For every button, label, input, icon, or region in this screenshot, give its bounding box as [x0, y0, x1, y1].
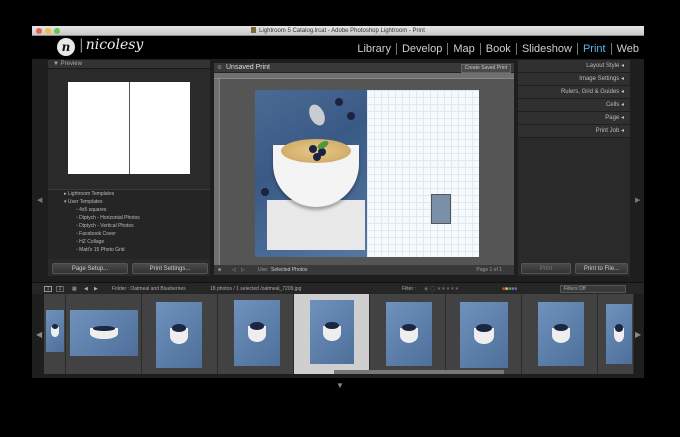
ruler-left: [214, 79, 220, 265]
left-panel-toggle-icon[interactable]: ◀: [37, 196, 42, 204]
filmstrip-thumbnail[interactable]: [522, 294, 598, 374]
bowl: [273, 139, 359, 207]
filter-preset-dropdown[interactable]: Filters Off: [560, 285, 626, 293]
create-saved-print-button[interactable]: Create Saved Print: [460, 64, 511, 73]
preview-split-line: [129, 82, 130, 174]
template-item[interactable]: ▫ Diptych - Horizontal Photos: [48, 214, 210, 222]
module-library[interactable]: Library: [352, 43, 396, 55]
template-folder-lightroom[interactable]: ▸ Lightroom Templates: [48, 190, 210, 198]
secondary-window-button[interactable]: 2: [56, 286, 64, 292]
template-item[interactable]: ▫ HZ Collage: [48, 238, 210, 246]
cells-panel-header[interactable]: Cells ◂: [518, 99, 630, 112]
collapse-arrow-icon: ◂: [619, 76, 624, 82]
filmstrip-left-toggle-icon[interactable]: ◀: [36, 330, 42, 339]
prev-page-icon[interactable]: ◁: [232, 265, 236, 275]
filmstrip-thumbnail[interactable]: [218, 294, 294, 374]
left-panel: ▼ Preview ▸ Lightroom Templates ▾ User T…: [48, 60, 210, 276]
filmstrip-thumbnail[interactable]: [142, 294, 218, 374]
use-label: Use:: [258, 267, 269, 273]
canvas-toolbar: ■ ◁ ▷ Use: Selected Photos Page 1 of 1: [214, 265, 514, 275]
canvas-header: ⊕ Unsaved Print Create Saved Print: [214, 63, 514, 73]
module-map[interactable]: Map: [447, 43, 479, 55]
main-window-button[interactable]: 1: [44, 286, 52, 292]
layout-style-panel-header[interactable]: Layout Style ◂: [518, 60, 630, 73]
screen: Lightroom 5 Catalog.lrcat - Adobe Photos…: [0, 0, 680, 437]
print-canvas-area: ⊕ Unsaved Print Create Saved Print ■ ◁ ▷…: [214, 63, 514, 275]
bottom-panel-toggle-icon[interactable]: ▼: [336, 381, 344, 390]
template-item[interactable]: ▫ 4x5 squares: [48, 206, 210, 214]
collapse-arrow-icon: ◂: [619, 102, 624, 108]
filmstrip-right-toggle-icon[interactable]: ▶: [635, 330, 641, 339]
layout-preview: [68, 82, 190, 174]
page-panel-header[interactable]: Page ◂: [518, 112, 630, 125]
module-web[interactable]: Web: [610, 43, 644, 55]
print-page: [255, 90, 479, 257]
filmstrip-thumbnail[interactable]: [598, 294, 634, 374]
use-selector[interactable]: Selected Photos: [271, 265, 307, 275]
module-develop[interactable]: Develop: [395, 43, 447, 55]
preview-panel-header[interactable]: ▼ Preview: [48, 60, 210, 69]
rulers-grid-guides-panel-header[interactable]: Rulers, Grid & Guides ◂: [518, 86, 630, 99]
dragged-thumbnail[interactable]: [431, 194, 451, 224]
collapse-arrow-icon: ◂: [619, 128, 624, 134]
blueberry: [347, 112, 355, 120]
catalog-document-icon: [251, 27, 257, 33]
module-print[interactable]: Print: [576, 43, 611, 55]
template-browser: ▸ Lightroom Templates ▾ User Templates ▫…: [48, 189, 210, 259]
image-settings-panel-header[interactable]: Image Settings ◂: [518, 73, 630, 86]
ruler-top: [214, 73, 514, 79]
page-setup-button[interactable]: Page Setup...: [52, 263, 128, 274]
lightroom-window: Lightroom 5 Catalog.lrcat - Adobe Photos…: [32, 26, 644, 378]
filmstrip-toolbar: 1 2 ▦ ◀ ▶ Folder : Oatmeal and Blueberri…: [32, 282, 644, 294]
template-folder-user[interactable]: ▾ User Templates: [48, 198, 210, 206]
blueberry: [309, 145, 317, 153]
blueberry: [335, 98, 343, 106]
print-to-file-button[interactable]: Print to File...: [575, 263, 628, 274]
print-settings-button[interactable]: Print Settings...: [132, 263, 208, 274]
filmstrip-thumbnail[interactable]: [66, 294, 142, 374]
module-book[interactable]: Book: [479, 43, 516, 55]
empty-photo-cell[interactable]: [367, 90, 479, 257]
template-item[interactable]: ▫ Matt's 15 Photo Grid: [48, 246, 210, 254]
logo-divider: |: [79, 37, 84, 53]
blueberry: [313, 153, 321, 161]
module-slideshow[interactable]: Slideshow: [515, 43, 577, 55]
collapse-arrow-icon: ◂: [619, 89, 624, 95]
filmstrip: [44, 294, 634, 374]
photo-cell-oatmeal[interactable]: [255, 90, 367, 257]
module-picker: Library Develop Map Book Slideshow Print…: [352, 43, 644, 55]
collapse-arrow-icon: ◂: [619, 63, 624, 69]
template-item[interactable]: ▫ Facebook Cover: [48, 230, 210, 238]
right-panel: Layout Style ◂ Image Settings ◂ Rulers, …: [518, 60, 630, 276]
template-item[interactable]: ▫ Diptych - Vertical Photos: [48, 222, 210, 230]
blueberry: [261, 188, 269, 196]
window-title: Lightroom 5 Catalog.lrcat - Adobe Photos…: [259, 28, 425, 34]
identity-plate: n | nicolesy Library Develop Map Book Sli…: [32, 36, 644, 59]
filmstrip-thumbnail-selected[interactable]: [294, 294, 370, 374]
print-button[interactable]: Print: [521, 263, 571, 274]
brand-name: nicolesy: [85, 37, 144, 53]
title-bar: Lightroom 5 Catalog.lrcat - Adobe Photos…: [32, 26, 644, 36]
filmstrip-thumbnail[interactable]: [44, 294, 66, 374]
filmstrip-thumbnail[interactable]: [446, 294, 522, 374]
stop-icon[interactable]: ■: [218, 265, 221, 275]
page-indicator: Page 1 of 1: [476, 267, 502, 273]
right-panel-toggle-icon[interactable]: ▶: [635, 196, 640, 204]
print-job-panel-header[interactable]: Print Job ◂: [518, 125, 630, 138]
collapse-arrow-icon: ◂: [619, 115, 624, 121]
print-title: Unsaved Print: [226, 64, 270, 71]
filmstrip-thumbnail[interactable]: [370, 294, 446, 374]
canvas-menu-icon[interactable]: ⊕: [217, 63, 222, 73]
napkin: [267, 200, 365, 250]
logo-mark: n: [57, 38, 75, 56]
spoon: [306, 102, 328, 128]
disclosure-down-icon: ▼: [53, 61, 61, 67]
filmstrip-scrollbar[interactable]: [334, 370, 504, 374]
next-page-icon[interactable]: ▷: [241, 265, 245, 275]
